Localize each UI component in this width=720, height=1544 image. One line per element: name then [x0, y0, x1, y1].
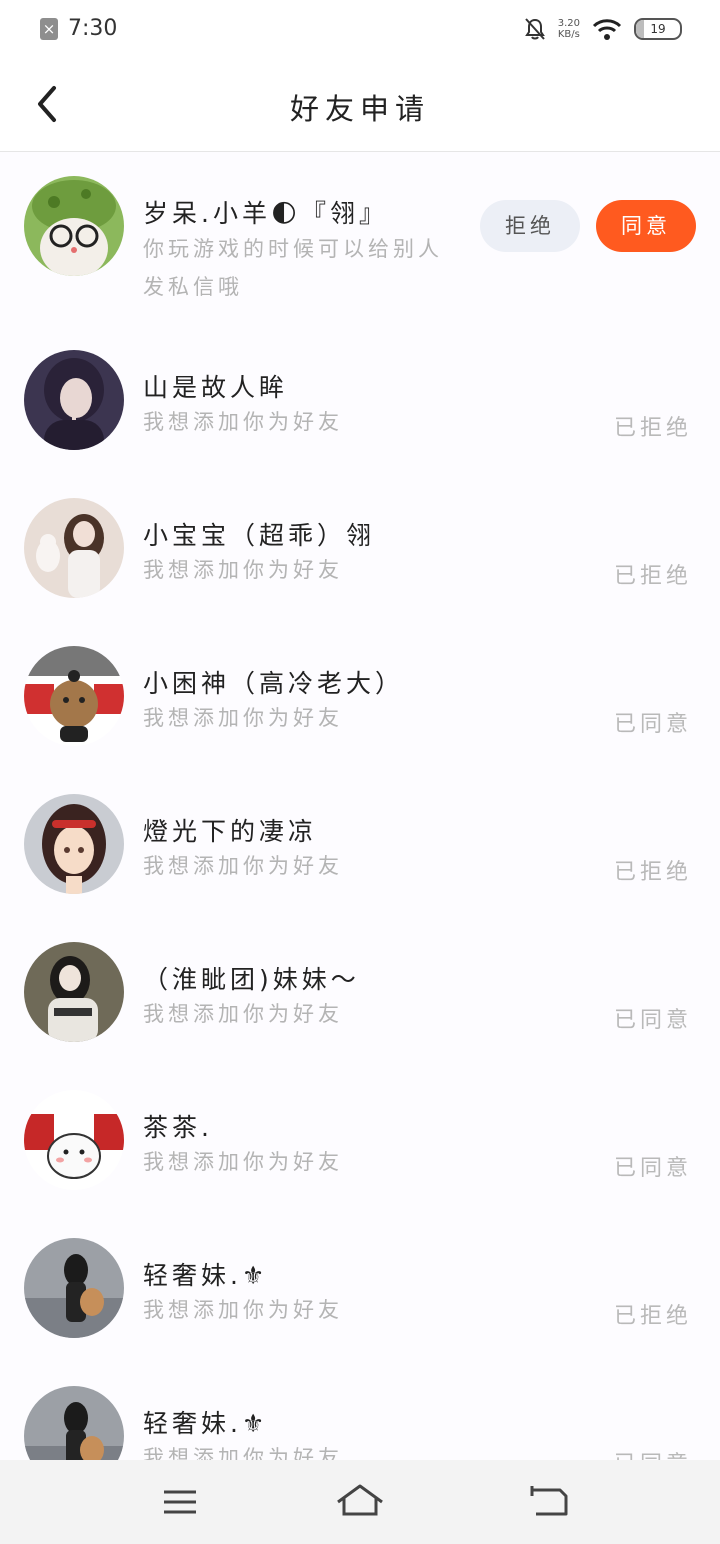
friend-request-item[interactable]: 小困神（高冷老大） 我想添加你为好友 已同意	[0, 622, 720, 770]
request-status: 已同意	[613, 1008, 692, 1033]
request-status: 已同意	[614, 1446, 692, 1460]
request-name: （淮眦团)妹妹～	[143, 965, 360, 994]
request-message: 我想添加你为好友	[143, 854, 343, 878]
request-message: 我想添加你为好友	[143, 1298, 343, 1322]
reject-button[interactable]: 拒绝	[480, 200, 580, 252]
avatar[interactable]	[24, 794, 124, 894]
request-name: 小困神（高冷老大）	[143, 669, 405, 698]
friend-request-item[interactable]: （淮眦团)妹妹～ 我想添加你为好友 已同意	[0, 918, 720, 1066]
network-speed: 3.20 KB/s	[558, 18, 580, 40]
page-title: 好友申请	[289, 92, 430, 126]
friend-request-item[interactable]: 山是故人眸 我想添加你为好友 已拒绝	[0, 326, 720, 474]
friend-request-item[interactable]: 小宝宝（超乖）翎 我想添加你为好友 已拒绝	[0, 474, 720, 622]
network-speed-value: 3.20	[557, 18, 580, 29]
battery-percent: 19	[650, 22, 666, 36]
friend-request-list[interactable]: 岁呆.小羊🌓『翎』 你玩游戏的时候可以给别人发私信哦 拒绝 同意 山是故人眸 我…	[0, 152, 720, 1460]
friend-request-item[interactable]: 岁呆.小羊🌓『翎』 你玩游戏的时候可以给别人发私信哦 拒绝 同意	[0, 152, 720, 300]
request-name: 燈光下的凄凉	[143, 817, 318, 846]
back-icon[interactable]	[520, 1480, 580, 1524]
request-status: 已拒绝	[613, 416, 692, 441]
close-notification-icon: ×	[40, 18, 58, 40]
request-status: 已拒绝	[613, 564, 692, 589]
request-name: 岁呆.小羊🌓『翎』	[143, 199, 389, 228]
request-status: 已同意	[613, 1156, 692, 1181]
friend-request-item[interactable]: 轻奢妹.⚜ 我想添加你为好友 已同意	[0, 1362, 720, 1460]
friend-request-item[interactable]: 茶茶. 我想添加你为好友 已同意	[0, 1066, 720, 1214]
status-time: 7:30	[68, 16, 118, 41]
avatar[interactable]	[24, 498, 124, 598]
request-name: 山是故人眸	[143, 373, 289, 402]
avatar[interactable]	[24, 1090, 124, 1190]
request-message: 我想添加你为好友	[143, 1002, 343, 1026]
avatar[interactable]	[24, 942, 124, 1042]
request-message: 我想添加你为好友	[143, 410, 343, 434]
system-nav-bar	[0, 1460, 720, 1544]
avatar[interactable]	[24, 176, 124, 276]
wifi-icon	[592, 19, 622, 40]
request-status: 已拒绝	[613, 860, 692, 885]
avatar[interactable]	[24, 646, 124, 746]
accept-button[interactable]: 同意	[596, 200, 696, 252]
friend-request-item[interactable]: 轻奢妹.⚜ 我想添加你为好友 已拒绝	[0, 1214, 720, 1362]
request-name: 茶茶.	[143, 1113, 213, 1142]
battery-level-fill	[636, 20, 645, 38]
request-message: 我想添加你为好友	[143, 558, 343, 582]
request-status: 已拒绝	[613, 1304, 692, 1329]
request-message: 我想添加你为好友	[143, 1446, 343, 1460]
page-header: 好友申请	[0, 58, 720, 152]
home-icon[interactable]	[330, 1480, 390, 1524]
friend-request-item[interactable]: 燈光下的凄凉 我想添加你为好友 已拒绝	[0, 770, 720, 918]
request-name: 轻奢妹.⚜	[143, 1409, 269, 1438]
status-icons: 3.20 KB/s 19	[524, 14, 682, 44]
network-speed-unit: KB/s	[557, 29, 580, 40]
menu-icon[interactable]	[150, 1480, 210, 1524]
bell-off-icon	[524, 18, 545, 40]
avatar[interactable]	[24, 1238, 124, 1338]
status-bar: × 7:30 3.20 KB/s 19	[0, 0, 720, 58]
battery-icon: 19	[634, 18, 682, 40]
avatar[interactable]	[24, 1386, 124, 1460]
request-message: 我想添加你为好友	[143, 706, 343, 730]
request-message: 你玩游戏的时候可以给别人发私信哦	[143, 237, 443, 299]
request-status: 已同意	[613, 712, 692, 737]
request-name: 轻奢妹.⚜	[143, 1261, 269, 1290]
request-name: 小宝宝（超乖）翎	[143, 521, 376, 550]
avatar[interactable]	[24, 350, 124, 450]
request-message: 我想添加你为好友	[143, 1150, 343, 1174]
